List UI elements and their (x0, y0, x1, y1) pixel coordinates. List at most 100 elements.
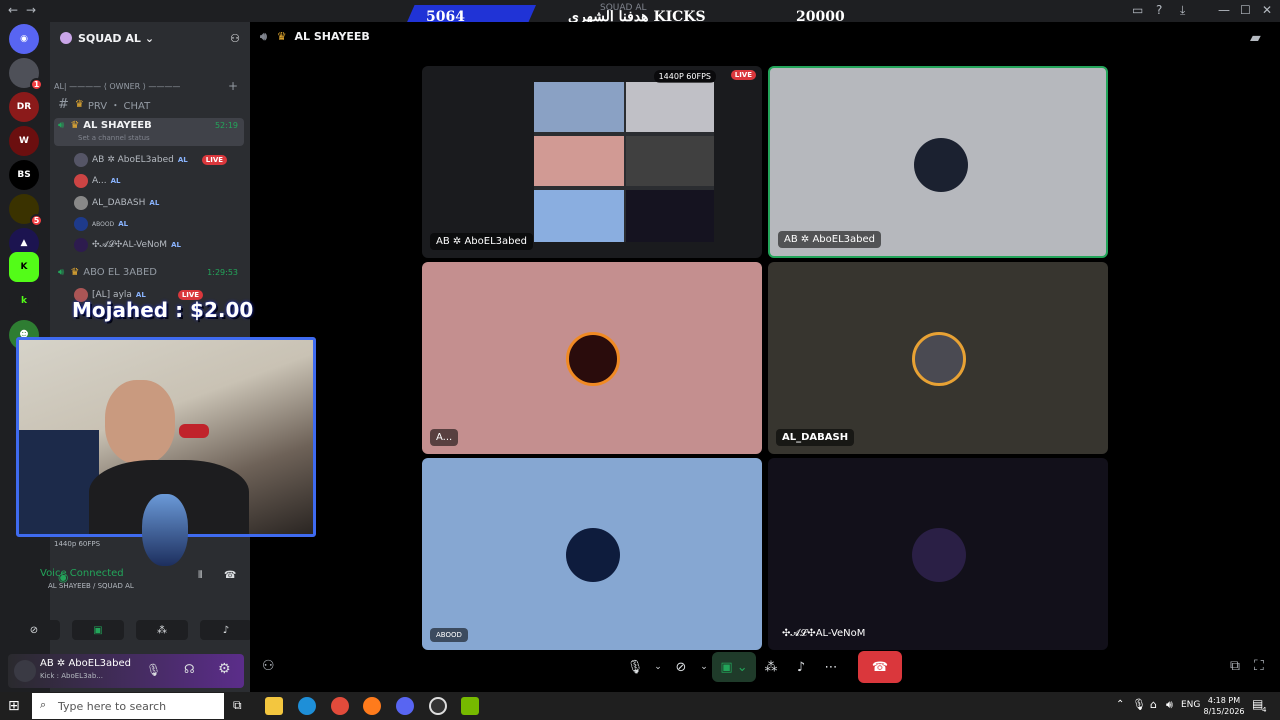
member-tag: AL (118, 220, 129, 228)
channel-category[interactable]: AL| ———— ⟨ OWNER ⟩ ———— + (54, 76, 244, 96)
taskbar-search[interactable]: ⌕ Type here to search (32, 693, 224, 719)
chrome-icon[interactable] (331, 697, 349, 715)
minimize-icon[interactable]: — (1218, 3, 1230, 17)
noise-suppression-icon[interactable]: ⦀ (198, 570, 202, 581)
tile-label: AB ✲ AboEL3abed (778, 231, 881, 248)
language-indicator[interactable]: ENG (1181, 700, 1200, 710)
discord-home-icon[interactable]: ◉ (9, 24, 39, 54)
category-label: AL| ———— ⟨ OWNER ⟩ ———— (54, 81, 181, 91)
channel-status[interactable]: Set a channel status (78, 134, 150, 142)
voice-member[interactable]: AL_DABASH AL (74, 194, 159, 212)
close-icon[interactable]: ✕ (1262, 3, 1272, 17)
avatar (912, 332, 966, 386)
speaker-icon: 🔊︎ (260, 30, 267, 43)
crown-icon: ♛ (70, 266, 80, 278)
tile-label: AL_DABASH (776, 429, 855, 446)
forward-icon[interactable]: → (26, 3, 36, 17)
avatar[interactable] (14, 660, 36, 682)
voice-call-area: 🔊︎ ♛ AL SHAYEEB ▰ 1440P 60FPS LIVE AB ✲ … (250, 22, 1280, 692)
more-options-button[interactable]: ⋯ (816, 652, 846, 682)
clock[interactable]: 4:18 PM 8/15/2026 (1200, 695, 1248, 717)
call-controls: 🎙︎ ⌄ ⊘ ⌄ ▣ ⌄ ⁂ ♪ ⋯ ☎ (620, 650, 902, 684)
call-header: 🔊︎ ♛ AL SHAYEEB (260, 30, 370, 44)
popout-icon[interactable]: ⧉ (1230, 658, 1240, 674)
user-name[interactable]: AB ✲ AboEL3abed (40, 658, 131, 669)
user-tile[interactable]: AB ✲ AboEL3abed (768, 66, 1108, 258)
voice-member[interactable]: AB ✲ AboEL3abed AL LIVE (74, 151, 228, 169)
avatar (74, 174, 88, 188)
firefox-icon[interactable] (363, 697, 381, 715)
kick-server-icon[interactable]: k (9, 286, 39, 316)
add-friend-icon[interactable]: ⚇ (230, 32, 240, 45)
maximize-icon[interactable]: ☐ (1240, 3, 1251, 17)
task-view-icon[interactable]: ⧉ (233, 698, 242, 713)
user-tile[interactable]: ✣𝓐𝓛✣AL-VeNoM (768, 458, 1108, 650)
kick-app-icon[interactable]: K (9, 252, 39, 282)
speaker-icon: 🔊︎ (58, 266, 65, 278)
member-name: A... (92, 176, 107, 186)
discord-icon[interactable] (396, 697, 414, 715)
stream-tile[interactable]: 1440P 60FPS LIVE AB ✲ AboEL3abed (422, 66, 762, 258)
edge-icon[interactable] (298, 697, 316, 715)
invite-icon[interactable]: ⚇ (262, 658, 275, 674)
voice-channel[interactable]: AL SHAYEEB / SQUAD AL (48, 582, 134, 590)
voice-status[interactable]: Voice Connected (40, 568, 124, 579)
microphone-icon[interactable]: 🎙︎ (146, 663, 161, 677)
server-icon[interactable]: DR (9, 92, 39, 122)
fullscreen-icon[interactable]: ⛶ (1254, 658, 1264, 674)
server-header[interactable]: SQUAD AL ⌄ ⚇ (50, 22, 250, 54)
soundboard-button[interactable]: ♪ (200, 620, 252, 640)
user-tile[interactable]: AL_DABASH (768, 262, 1108, 454)
member-name: ✣𝓐𝓛✣AL-VeNoM (92, 240, 168, 250)
disconnect-icon[interactable]: ☎ (224, 570, 236, 581)
server-icon[interactable]: 1 (9, 58, 43, 91)
chevron-down-icon[interactable]: ⌄ (650, 652, 666, 682)
activities-button[interactable]: ⁂ (136, 620, 188, 640)
server-icon[interactable]: W (9, 126, 39, 156)
voice-member[interactable]: ABOOD AL (74, 215, 128, 233)
user-tile[interactable]: A... (422, 262, 762, 454)
soundboard-button[interactable]: ♪ (786, 652, 816, 682)
chevron-down-icon[interactable]: ⌄ (696, 652, 712, 682)
obs-icon[interactable] (429, 697, 447, 715)
network-icon[interactable]: ⌂ (1150, 698, 1157, 711)
inbox-icon[interactable]: ▭ (1132, 3, 1143, 17)
share-screen-button[interactable]: ▣ ⌄ (712, 652, 756, 682)
volume-icon[interactable]: 🔊︎ (1166, 698, 1173, 712)
nvidia-icon[interactable] (461, 697, 479, 715)
stream-preview (534, 82, 714, 242)
help-icon[interactable]: ? (1156, 3, 1162, 17)
notification-badge: 5 (30, 214, 43, 227)
settings-icon[interactable]: ⚙ (218, 661, 231, 677)
activities-button[interactable]: ⁂ (756, 652, 786, 682)
camera-off-button[interactable]: ⊘ (8, 620, 60, 640)
chat-icon[interactable]: ▰ (1250, 30, 1261, 46)
windows-start-icon[interactable]: ⊞ (8, 698, 20, 714)
tile-label: ABOOD (430, 628, 468, 642)
back-icon[interactable]: ← (8, 3, 18, 17)
server-icon[interactable]: 5 (9, 194, 43, 227)
channel-prv-chat[interactable]: # ♛ PRV ・ CHAT (54, 94, 244, 114)
user-tile[interactable]: ABOOD (422, 458, 762, 650)
headphones-icon[interactable]: ☊ (184, 662, 195, 676)
channel-abo-el-3abed[interactable]: 🔊︎ ♛ ABO EL 3ABED 1:29:53 (54, 262, 244, 282)
tray-mic-icon[interactable]: 🎙︎ (1132, 698, 1146, 711)
voice-member[interactable]: ✣𝓐𝓛✣AL-VeNoM AL (74, 236, 181, 254)
microphone-button[interactable]: 🎙︎ (620, 652, 650, 682)
hang-up-button[interactable]: ☎ (858, 651, 902, 683)
share-screen-button[interactable]: ▣ (72, 620, 124, 640)
download-icon[interactable]: ⤓ (1180, 3, 1185, 18)
server-name: SQUAD AL (78, 31, 141, 45)
avatar (74, 196, 88, 210)
tray-chevron-icon[interactable]: ⌃ (1116, 699, 1124, 710)
search-icon: ⌕ (40, 698, 47, 711)
voice-member[interactable]: A... AL (74, 172, 120, 190)
camera-off-button[interactable]: ⊘ (666, 652, 696, 682)
streamer-avatar-overlay (142, 494, 188, 566)
server-icon[interactable]: BS (9, 160, 39, 190)
avatar (74, 153, 88, 167)
avatar (912, 528, 966, 582)
channel-al-shayeeb[interactable]: 🔊︎ ♛ AL SHAYEEB 52:19 Set a channel stat… (54, 118, 244, 146)
add-channel-icon[interactable]: + (228, 79, 238, 93)
file-explorer-icon[interactable] (265, 697, 283, 715)
